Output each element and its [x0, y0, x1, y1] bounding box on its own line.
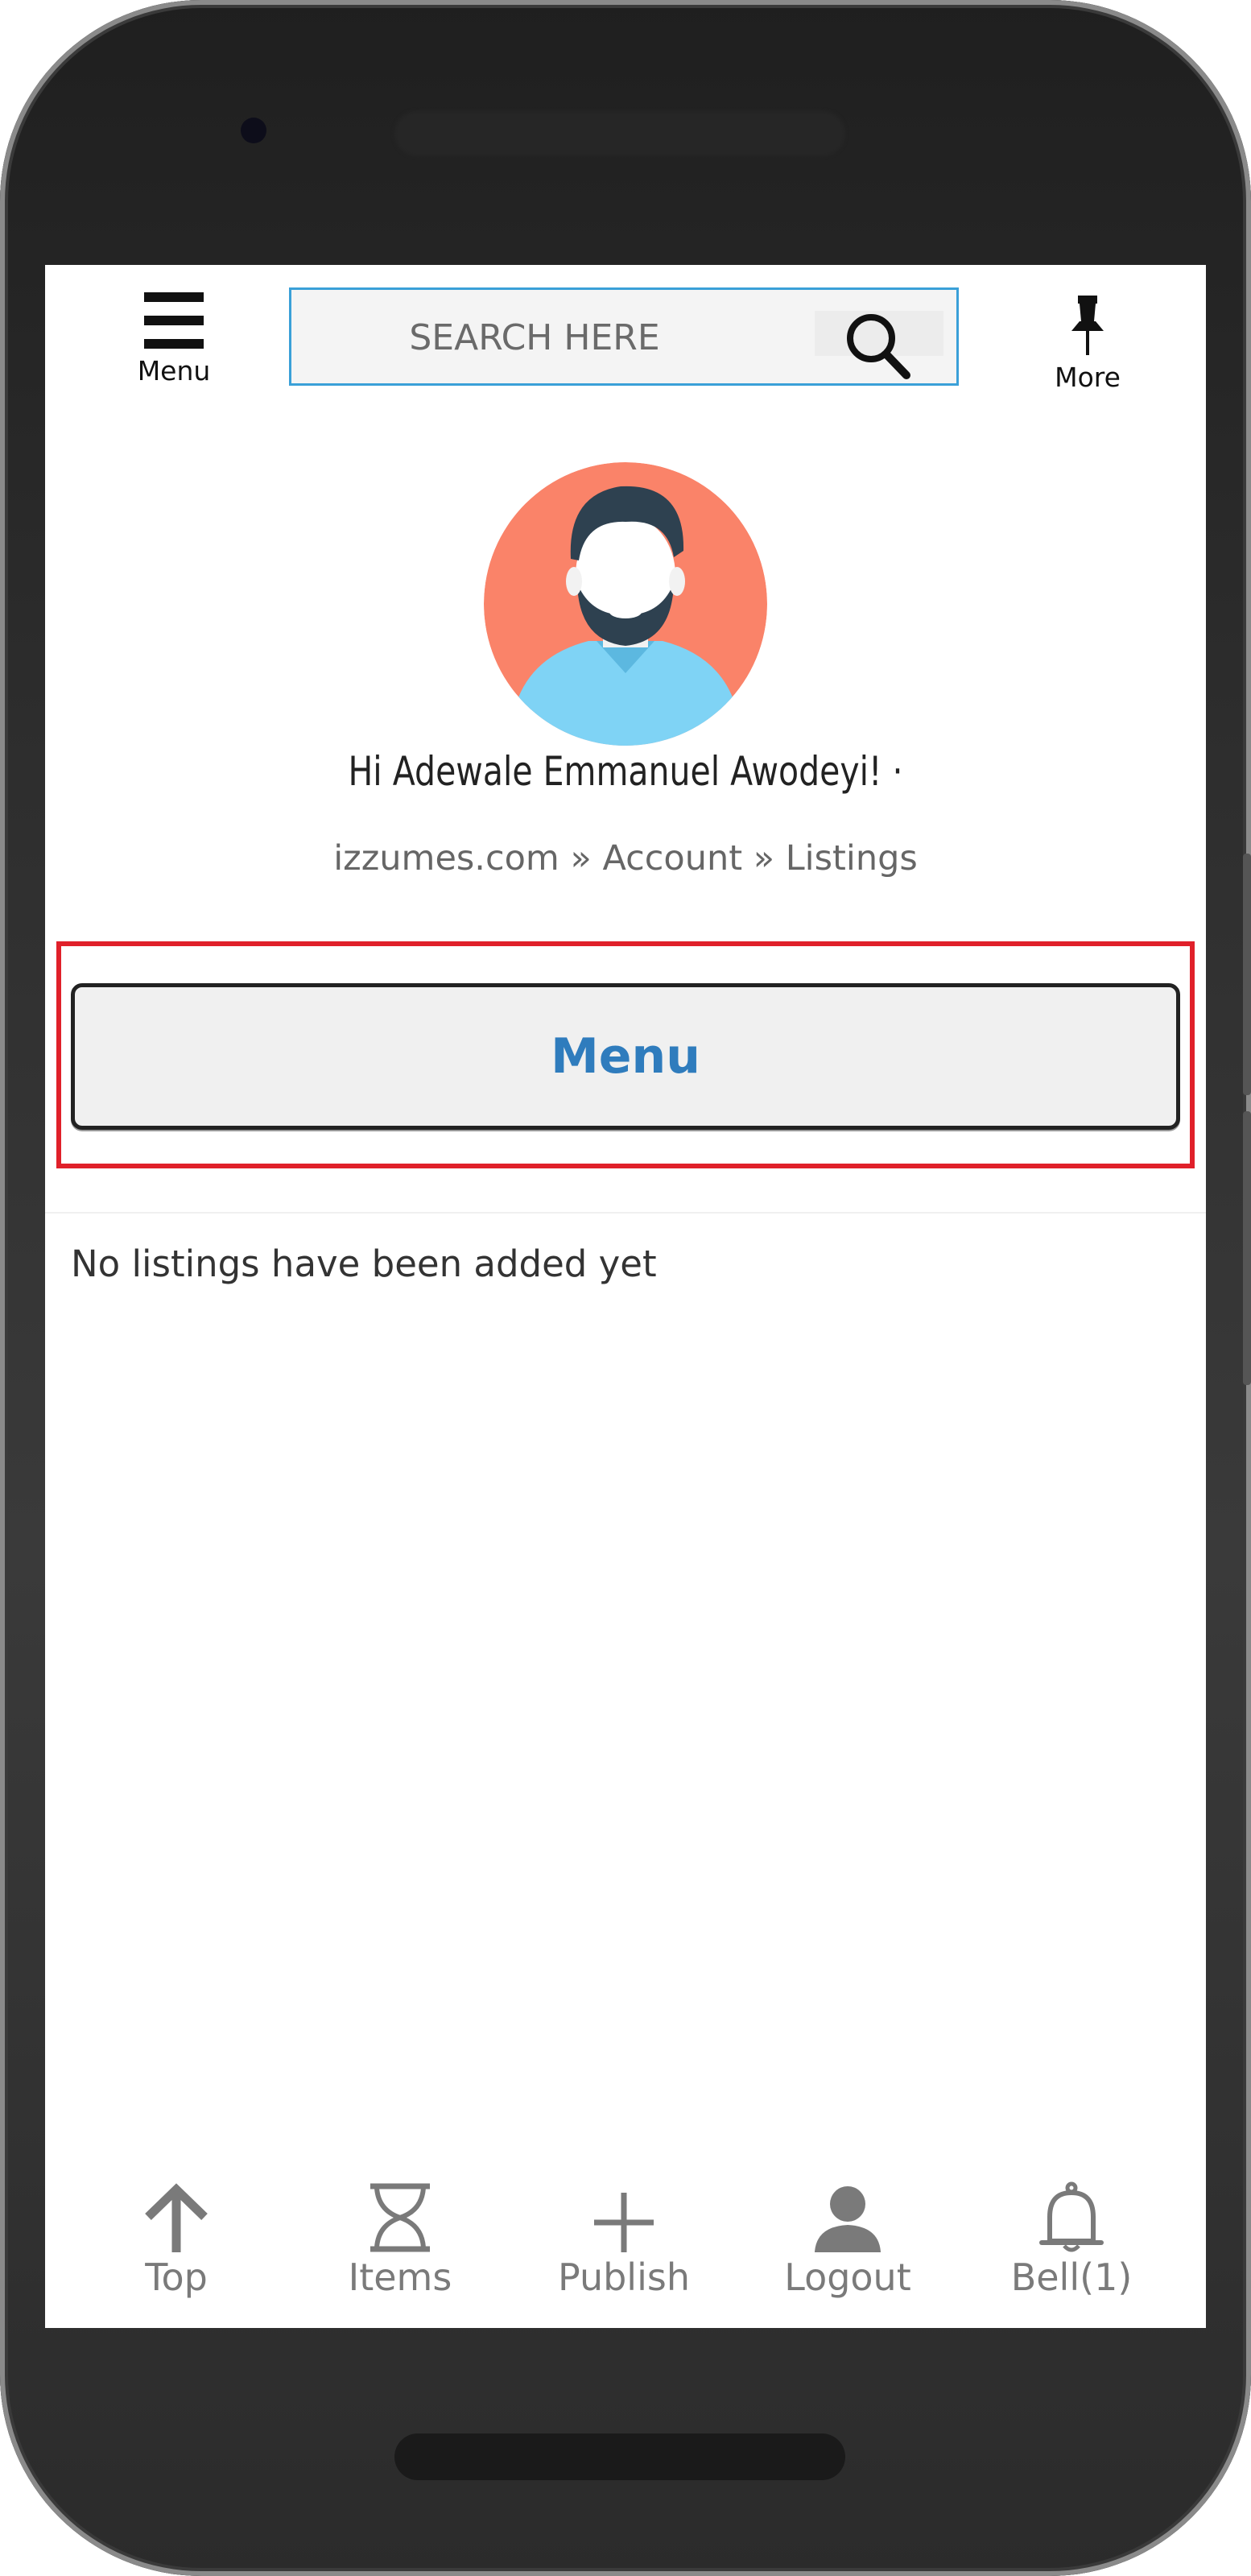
nav-logout[interactable]: Logout	[751, 2173, 944, 2302]
user-icon	[815, 2186, 881, 2252]
arrow-up-icon	[145, 2183, 208, 2252]
phone-frame: Menu More	[0, 0, 1251, 2576]
header-menu-label: Menu	[137, 355, 211, 387]
search-icon	[847, 314, 910, 379]
nav-top-label: Top	[145, 2256, 208, 2299]
divider	[45, 1212, 1206, 1214]
bottom-nav: Top Items Publish Logout Bell(1)	[45, 2173, 1206, 2328]
bell-icon	[1039, 2181, 1104, 2252]
breadcrumb[interactable]: izzumes.com » Account » Listings	[45, 838, 1206, 879]
greeting-text: Hi Adewale Emmanuel Awodeyi! ·	[348, 748, 903, 795]
app-screen: Menu More	[45, 265, 1206, 2328]
nav-items[interactable]: Items	[303, 2173, 497, 2302]
header-menu-button[interactable]: Menu	[126, 292, 222, 389]
hamburger-icon	[144, 292, 204, 350]
power-button	[1243, 1111, 1251, 1385]
nav-bell[interactable]: Bell(1)	[975, 2173, 1168, 2302]
avatar	[484, 462, 767, 746]
nav-items-label: Items	[348, 2256, 452, 2299]
header-more-label: More	[1055, 362, 1121, 393]
volume-button	[1243, 854, 1251, 1095]
hourglass-icon	[370, 2183, 430, 2252]
phone-bottom-bar	[394, 2433, 845, 2480]
nav-bell-label: Bell(1)	[1010, 2256, 1133, 2299]
nav-logout-label: Logout	[784, 2256, 911, 2299]
account-menu-button[interactable]: Menu	[71, 983, 1180, 1130]
nav-publish-label: Publish	[558, 2256, 690, 2299]
search-input[interactable]	[308, 298, 762, 377]
search-button[interactable]	[815, 311, 943, 379]
plus-icon	[594, 2193, 654, 2252]
avatar-illustration	[484, 462, 767, 746]
speaker-grille	[394, 111, 845, 156]
pin-icon	[1071, 296, 1104, 355]
empty-listings-message: No listings have been added yet	[71, 1243, 657, 1285]
nav-top[interactable]: Top	[80, 2173, 273, 2302]
header-more-button[interactable]: More	[1035, 294, 1140, 399]
front-camera	[241, 118, 266, 143]
nav-publish[interactable]: Publish	[527, 2173, 720, 2302]
search-box	[289, 287, 959, 386]
